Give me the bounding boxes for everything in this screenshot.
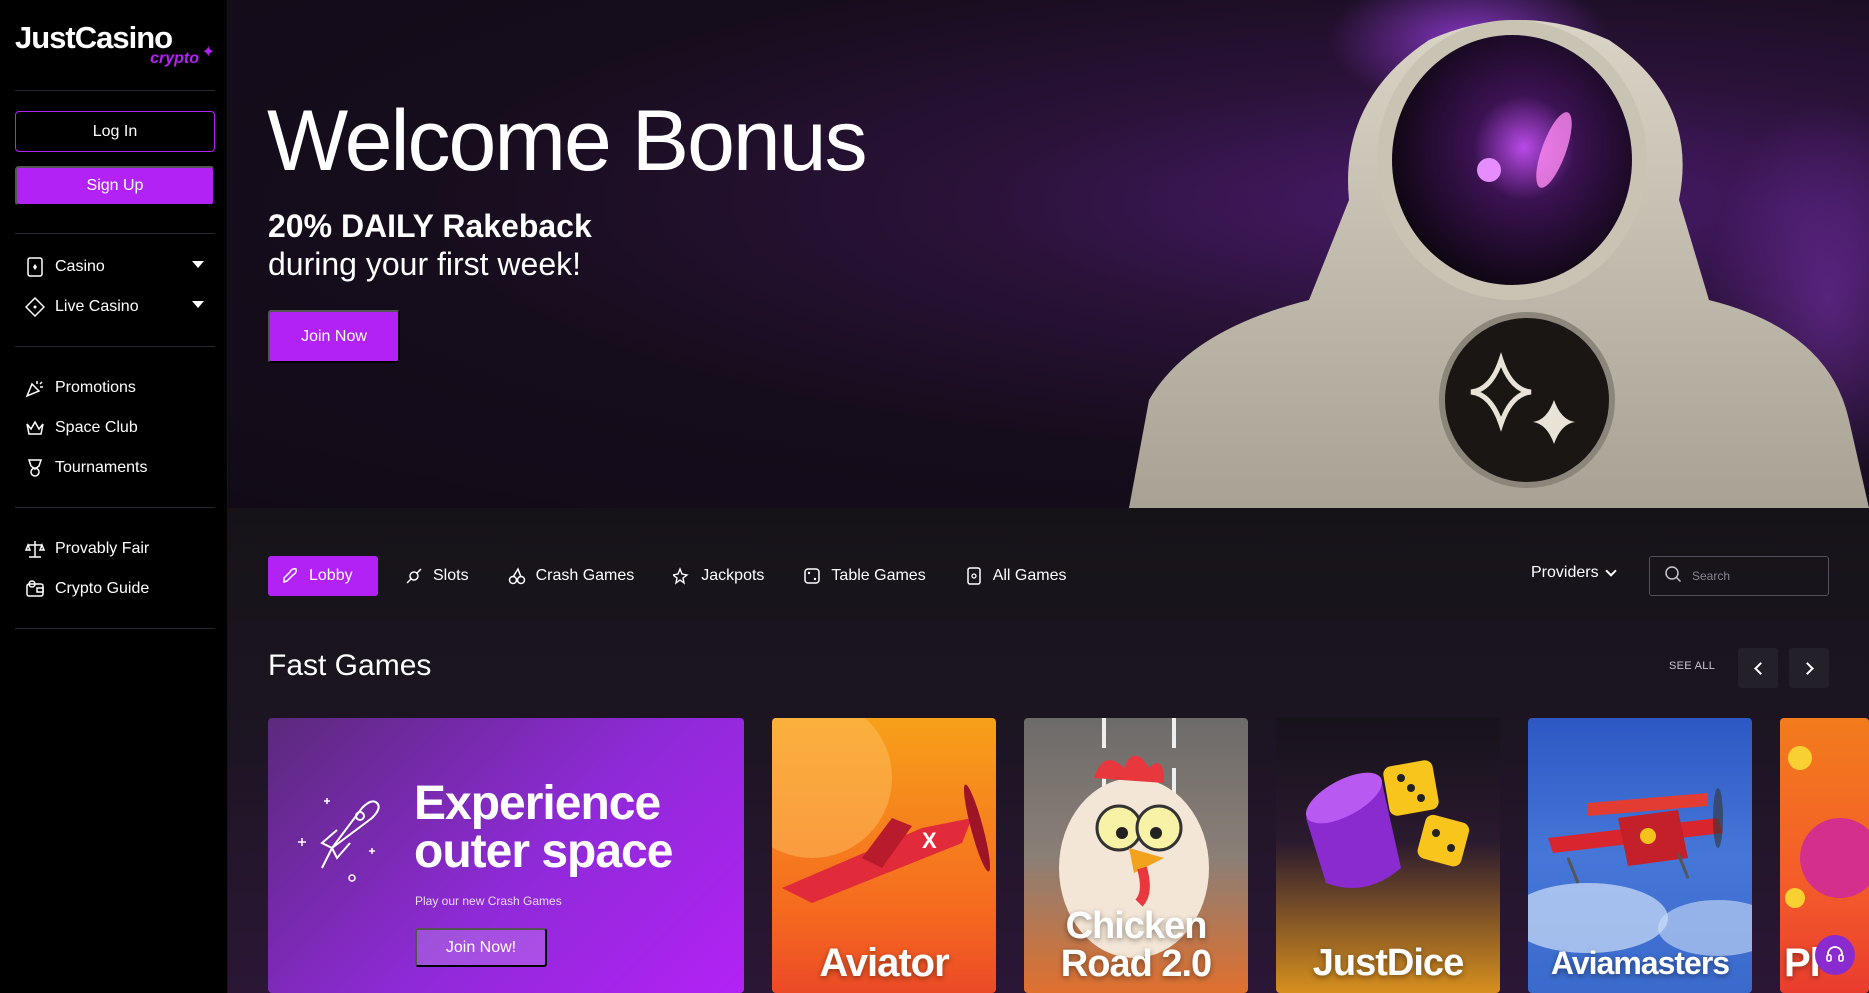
chevron-left-icon [1753,661,1767,675]
card-icon [24,256,46,278]
sidebar-item-crypto-guide[interactable]: Crypto Guide [24,574,204,604]
tab-label: Slots [433,567,469,584]
divider [15,346,215,347]
game-title: Chicken Road 2.0 [1060,905,1212,985]
sidebar: JustCasino crypto ✦ Log In Sign Up Casin… [0,0,228,993]
cards-icon [964,566,984,586]
tab-label: Jackpots [701,567,765,584]
tab-label: Table Games [831,567,926,584]
game-card-aviamasters[interactable]: Aviamasters [1528,718,1752,993]
providers-dropdown[interactable]: Providers [1531,564,1617,582]
game-card-chicken-road[interactable]: Chicken Road 2.0 [1024,718,1248,993]
logo-star-icon: ✦ [201,44,215,61]
game-category-tabs: Lobby Slots Crash Games Jackpots Table G… [268,556,1092,596]
prev-button[interactable] [1738,648,1778,688]
crown-icon [24,417,46,439]
search-box[interactable] [1649,556,1829,596]
divider [15,507,215,508]
sidebar-item-promotions[interactable]: Promotions [24,373,204,403]
game-title: JustDice [1312,942,1464,984]
wallet-icon [24,578,46,600]
headset-icon [1826,946,1844,962]
signup-button[interactable]: Sign Up [15,166,215,206]
game-lobby: Lobby Slots Crash Games Jackpots Table G… [228,508,1869,993]
hero-subtitle-bold: 20% DAILY Rakeback [268,208,592,244]
stars-icon [672,566,692,586]
scales-icon [24,538,46,560]
search-icon [1664,565,1682,588]
rocket-icon [298,798,380,882]
tab-label: All Games [992,567,1067,584]
chevron-down-icon [1604,565,1617,577]
caret-down-icon[interactable] [192,261,204,268]
sidebar-item-label: Crypto Guide [55,580,150,597]
sidebar-item-label: Promotions [55,379,136,396]
see-all-link[interactable]: SEE ALL [1669,660,1715,672]
sidebar-item-label: Casino [55,258,105,275]
trophy-icon [24,457,46,479]
sidebar-item-live-casino[interactable]: Live Casino [24,292,204,322]
tab-slots[interactable]: Slots [392,556,481,596]
logo[interactable]: JustCasino crypto ✦ [15,20,215,72]
astronaut-image [1129,0,1869,508]
game-card-justdice[interactable]: JustDice [1276,718,1500,993]
promo-heading-line1: Experience [414,777,661,830]
party-icon [24,377,46,399]
providers-label: Providers [1531,564,1599,581]
search-input[interactable] [1692,569,1812,583]
sidebar-item-provably-fair[interactable]: Provably Fair [24,534,204,564]
tab-lobby[interactable]: Lobby [268,556,378,596]
svg-text:X: X [922,828,937,853]
section-title: Fast Games [268,649,432,682]
sidebar-item-label: Live Casino [55,298,139,315]
tab-jackpots[interactable]: Jackpots [660,556,776,596]
tab-table-games[interactable]: Table Games [790,556,937,596]
promo-heading-line2: outer space [414,825,673,878]
hero-subtitle: during your first week! [268,246,582,282]
tab-label: Crash Games [535,567,635,584]
divider [15,233,215,234]
caret-down-icon[interactable] [192,301,204,308]
sidebar-item-label: Tournaments [55,459,148,476]
sidebar-item-space-club[interactable]: Space Club [24,413,204,443]
login-button[interactable]: Log In [15,111,215,152]
logo-sub: crypto [150,50,199,67]
sidebar-item-label: Space Club [55,419,138,436]
cherries-icon [507,566,527,586]
sidebar-item-casino[interactable]: Casino [24,252,204,282]
candy-icon [404,566,424,586]
tab-all-games[interactable]: All Games [952,556,1079,596]
game-title: Aviator [819,941,949,985]
next-button[interactable] [1789,648,1829,688]
join-now-button[interactable]: Join Now [268,310,400,363]
tab-label: Lobby [309,567,353,584]
sidebar-item-tournaments[interactable]: Tournaments [24,453,204,483]
dice-icon [802,566,822,586]
divider [15,90,215,91]
game-card-aviator[interactable]: X Aviator [772,718,996,993]
app-root: JustCasino crypto ✦ Log In Sign Up Casin… [0,0,1869,993]
promo-heading: Experience outer space [414,777,673,878]
promo-join-button[interactable]: Join Now! [415,928,547,967]
promo-text: Play our new Crash Games [415,894,562,908]
diamond-card-icon [24,296,46,318]
hero-title: Welcome Bonus [267,93,868,189]
hero-banner: Welcome Bonus 20% DAILY Rakeback during … [228,0,1869,508]
rocket-icon [280,566,300,586]
sidebar-item-label: Provably Fair [55,540,150,557]
promo-tile[interactable]: Experience outer space Play our new Cras… [268,718,744,993]
game-title: Aviamasters [1550,945,1730,981]
tab-crash-games[interactable]: Crash Games [495,556,647,596]
support-chat-button[interactable] [1815,935,1855,975]
chevron-right-icon [1800,661,1814,675]
divider [15,628,215,629]
